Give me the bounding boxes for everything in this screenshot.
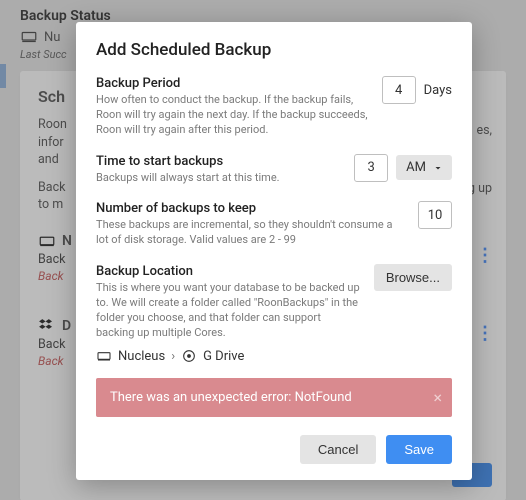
backup-period-input[interactable]: 4: [382, 76, 416, 104]
ampm-value: AM: [406, 160, 426, 175]
location-desc: This is where you want your database to …: [96, 281, 362, 340]
location-label: Backup Location: [96, 264, 362, 279]
app-window: Backup Status Nu Last Succ Sch Roon info…: [0, 0, 526, 500]
error-message: There was an unexpected error: NotFound: [110, 390, 352, 405]
error-banner: There was an unexpected error: NotFound …: [96, 378, 452, 417]
field-backup-location: Backup Location This is where you want y…: [96, 264, 452, 340]
backup-period-desc: How often to conduct the backup. If the …: [96, 93, 370, 138]
close-icon[interactable]: ×: [433, 390, 442, 406]
start-time-label: Time to start backups: [96, 154, 342, 169]
modal-actions: Cancel Save: [96, 435, 452, 464]
keep-label: Number of backups to keep: [96, 201, 406, 216]
backup-location-path: Nucleus › G Drive: [96, 348, 452, 364]
chevron-right-icon: ›: [171, 349, 175, 364]
drive-icon: [181, 348, 197, 364]
cancel-button[interactable]: Cancel: [300, 435, 376, 464]
field-start-time: Time to start backups Backups will alway…: [96, 154, 452, 186]
modal-title: Add Scheduled Backup: [96, 40, 452, 60]
ampm-select[interactable]: AM: [396, 155, 452, 180]
field-backups-to-keep: Number of backups to keep These backups …: [96, 201, 452, 248]
path-device: Nucleus: [118, 349, 165, 364]
path-folder: G Drive: [203, 349, 244, 364]
chevron-down-icon: [432, 162, 444, 174]
field-backup-period: Backup Period How often to conduct the b…: [96, 76, 452, 138]
add-scheduled-backup-modal: Add Scheduled Backup Backup Period How o…: [76, 22, 472, 480]
browse-button[interactable]: Browse...: [374, 264, 452, 291]
backup-period-label: Backup Period: [96, 76, 370, 91]
keep-input[interactable]: 10: [418, 201, 452, 229]
start-time-desc: Backups will always start at this time.: [96, 171, 342, 186]
start-time-hour-input[interactable]: 3: [354, 154, 388, 182]
device-icon: [96, 348, 112, 364]
backup-period-unit: Days: [424, 83, 452, 98]
save-button[interactable]: Save: [386, 435, 452, 464]
keep-desc: These backups are incremental, so they s…: [96, 218, 406, 248]
